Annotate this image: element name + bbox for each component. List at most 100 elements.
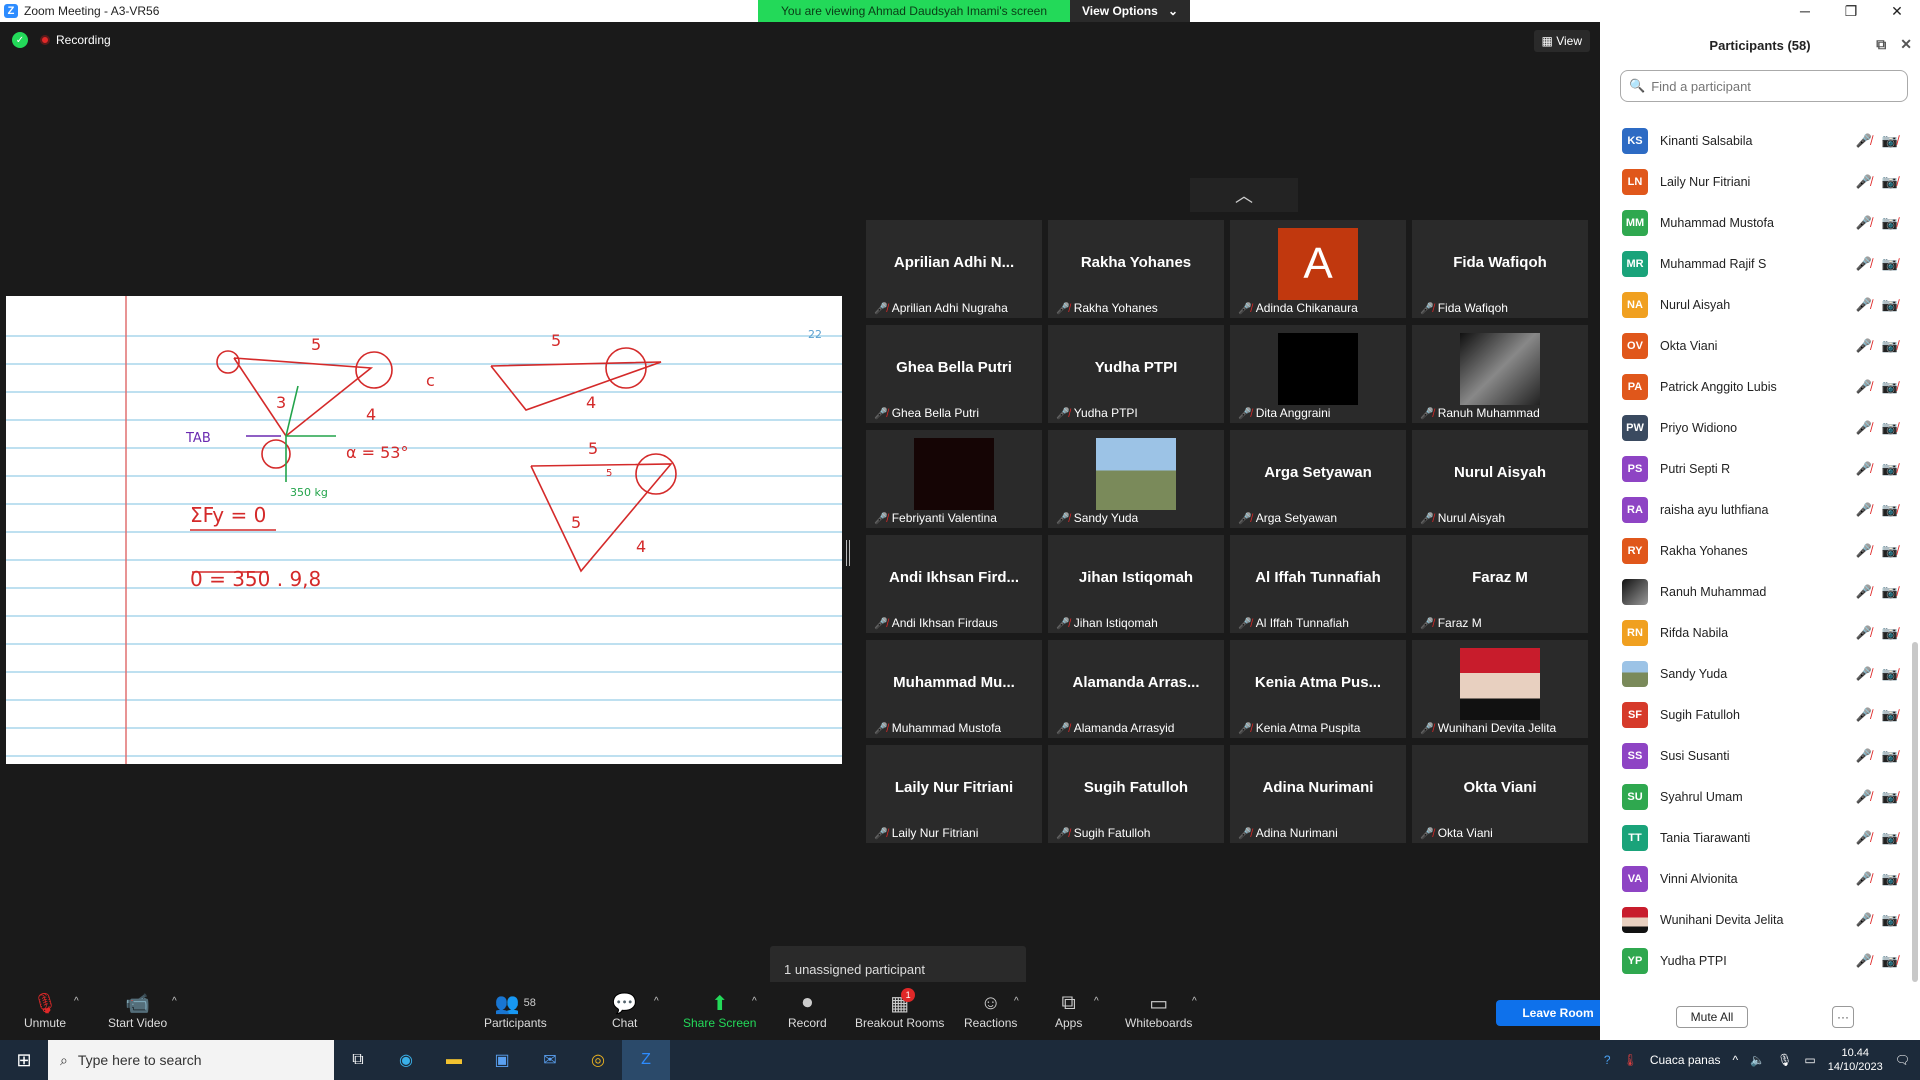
list-item[interactable]: LN Laily Nur Fitriani 🎤̸ 📷̸ [1600,161,1910,202]
video-off-icon[interactable]: 📷̸ [1882,912,1898,928]
list-item[interactable]: RY Rakha Yohanes 🎤̸ 📷̸ [1600,530,1910,571]
mic-muted-icon[interactable]: 🎤̸ [1856,133,1872,149]
video-off-icon[interactable]: 📷̸ [1882,789,1898,805]
mic-muted-icon[interactable]: 🎤̸ [1856,174,1872,190]
network-icon[interactable]: ▭ [1804,1053,1815,1067]
participant-tile[interactable]: Andi Ikhsan Fird... 🎤̸ Andi Ikhsan Firdaus [866,535,1042,633]
video-off-icon[interactable]: 📷̸ [1882,953,1898,969]
panel-scrollbar[interactable] [1912,642,1918,982]
list-item[interactable]: Wunihani Devita Jelita 🎤̸ 📷̸ [1600,899,1910,940]
video-off-icon[interactable]: 📷̸ [1882,215,1898,231]
recording-indicator[interactable]: Recording [40,33,111,47]
list-item[interactable]: RN Rifda Nabila 🎤̸ 📷̸ [1600,612,1910,653]
zoom-app-icon[interactable]: Z [622,1040,670,1080]
participant-tile[interactable]: Nurul Aisyah 🎤̸ Nurul Aisyah [1412,430,1588,528]
mic-muted-icon[interactable]: 🎤̸ [1856,215,1872,231]
chevron-up-icon[interactable]: ^ [1014,996,1019,1007]
participant-search[interactable]: 🔍 [1620,70,1908,102]
maximize-icon[interactable]: ❐ [1828,0,1874,22]
list-item[interactable]: VA Vinni Alvionita 🎤̸ 📷̸ [1600,858,1910,899]
mail-icon[interactable]: ✉ [526,1040,574,1080]
view-options-button[interactable]: View Options ⌄ [1070,0,1190,22]
chevron-up-icon[interactable]: ^ [172,996,177,1007]
participant-tile[interactable]: 🎤̸ Dita Anggraini [1230,325,1406,423]
reactions-button[interactable]: ☺ Reactions [964,990,1017,1031]
list-item[interactable]: Ranuh Muhammad 🎤̸ 📷̸ [1600,571,1910,612]
participants-button[interactable]: 👥 58 Participants [484,990,547,1031]
mic-icon[interactable]: 🎙 [1777,1053,1792,1067]
mic-muted-icon[interactable]: 🎤̸ [1856,707,1872,723]
close-window-icon[interactable]: ✕ [1874,0,1920,22]
participant-tile[interactable]: Al Iffah Tunnafiah 🎤̸ Al Iffah Tunnafiah [1230,535,1406,633]
record-button[interactable]: ⏺ Record [788,990,827,1031]
share-screen-button[interactable]: ⬆ Share Screen [683,990,756,1031]
list-item[interactable]: OV Okta Viani 🎤̸ 📷̸ [1600,325,1910,366]
chat-button[interactable]: 💬 Chat [612,990,637,1031]
list-item[interactable]: MM Muhammad Mustofa 🎤̸ 📷̸ [1600,202,1910,243]
shared-screen[interactable]: 5 5 c 3 4 α = 53° ΣFy = 0 0 = 350 . 9,8 … [6,296,842,764]
video-off-icon[interactable]: 📷̸ [1882,707,1898,723]
start-video-button[interactable]: 📹 Start Video [108,990,167,1031]
mic-muted-icon[interactable]: 🎤̸ [1856,871,1872,887]
video-off-icon[interactable]: 📷̸ [1882,379,1898,395]
list-item[interactable]: MR Muhammad Rajif S 🎤̸ 📷̸ [1600,243,1910,284]
participant-tile[interactable]: Faraz M 🎤̸ Faraz M [1412,535,1588,633]
chevron-up-icon[interactable]: ^ [1733,1053,1739,1067]
store-icon[interactable]: ▣ [478,1040,526,1080]
clock[interactable]: 10.44 14/10/2023 [1828,1046,1883,1074]
mic-muted-icon[interactable]: 🎤̸ [1856,912,1872,928]
list-item[interactable]: YP Yudha PTPI 🎤̸ 📷̸ [1600,940,1910,981]
participant-tile[interactable]: Rakha Yohanes 🎤̸ Rakha Yohanes [1048,220,1224,318]
mic-muted-icon[interactable]: 🎤̸ [1856,297,1872,313]
video-off-icon[interactable]: 📷̸ [1882,625,1898,641]
participant-tile[interactable]: Yudha PTPI 🎤̸ Yudha PTPI [1048,325,1224,423]
video-off-icon[interactable]: 📷̸ [1882,461,1898,477]
video-off-icon[interactable]: 📷̸ [1882,666,1898,682]
breakout-rooms-button[interactable]: ▦ 1 Breakout Rooms [855,988,944,1030]
list-item[interactable]: PA Patrick Anggito Lubis 🎤̸ 📷̸ [1600,366,1910,407]
mic-muted-icon[interactable]: 🎤̸ [1856,338,1872,354]
mic-muted-icon[interactable]: 🎤̸ [1856,830,1872,846]
windows-start-icon[interactable]: ⊞ [0,1040,48,1080]
whiteboards-button[interactable]: ▭ Whiteboards [1125,990,1192,1031]
video-off-icon[interactable]: 📷̸ [1882,543,1898,559]
video-off-icon[interactable]: 📷̸ [1882,748,1898,764]
list-item[interactable]: NA Nurul Aisyah 🎤̸ 📷̸ [1600,284,1910,325]
video-off-icon[interactable]: 📷̸ [1882,133,1898,149]
minimize-icon[interactable]: ─ [1782,0,1828,22]
notifications-icon[interactable]: 🗨 [1895,1053,1910,1067]
video-off-icon[interactable]: 📷̸ [1882,420,1898,436]
chevron-up-icon[interactable]: ^ [1192,996,1197,1007]
file-explorer-icon[interactable]: ▬ [430,1040,478,1080]
close-icon[interactable]: ✕ [1900,36,1912,53]
search-input[interactable] [1651,78,1892,94]
edge-icon[interactable]: ◉ [382,1040,430,1080]
pop-out-icon[interactable]: ⧉ [1876,36,1886,53]
participant-tile[interactable]: Fida Wafiqoh 🎤̸ Fida Wafiqoh [1412,220,1588,318]
list-item[interactable]: Sandy Yuda 🎤̸ 📷̸ [1600,653,1910,694]
participant-tile[interactable]: 🎤̸ Sandy Yuda [1048,430,1224,528]
shield-icon[interactable]: ✓ [12,32,28,48]
video-off-icon[interactable]: 📷̸ [1882,338,1898,354]
taskbar-search[interactable]: ⌕ Type here to search [48,1040,334,1080]
participant-tile[interactable]: Laily Nur Fitriani 🎤̸ Laily Nur Fitriani [866,745,1042,843]
video-off-icon[interactable]: 📷̸ [1882,256,1898,272]
video-off-icon[interactable]: 📷̸ [1882,297,1898,313]
mic-muted-icon[interactable]: 🎤̸ [1856,543,1872,559]
participant-tile[interactable]: Jihan Istiqomah 🎤̸ Jihan Istiqomah [1048,535,1224,633]
list-item[interactable]: SS Susi Susanti 🎤̸ 📷̸ [1600,735,1910,776]
mic-muted-icon[interactable]: 🎤̸ [1856,584,1872,600]
unmute-button[interactable]: 🎙 Unmute [24,990,66,1031]
mic-muted-icon[interactable]: 🎤̸ [1856,461,1872,477]
participant-tile[interactable]: Kenia Atma Pus... 🎤̸ Kenia Atma Puspita [1230,640,1406,738]
mic-muted-icon[interactable]: 🎤̸ [1856,420,1872,436]
mic-muted-icon[interactable]: 🎤̸ [1856,748,1872,764]
list-item[interactable]: PS Putri Septi R 🎤̸ 📷̸ [1600,448,1910,489]
participant-tile[interactable]: Ghea Bella Putri 🎤̸ Ghea Bella Putri [866,325,1042,423]
task-view-icon[interactable]: ⧉ [334,1040,382,1080]
list-item[interactable]: RA raisha ayu luthfiana 🎤̸ 📷̸ [1600,489,1910,530]
list-item[interactable]: PW Priyo Widiono 🎤̸ 📷̸ [1600,407,1910,448]
mic-muted-icon[interactable]: 🎤̸ [1856,502,1872,518]
video-off-icon[interactable]: 📷̸ [1882,830,1898,846]
participant-tile[interactable]: Okta Viani 🎤̸ Okta Viani [1412,745,1588,843]
